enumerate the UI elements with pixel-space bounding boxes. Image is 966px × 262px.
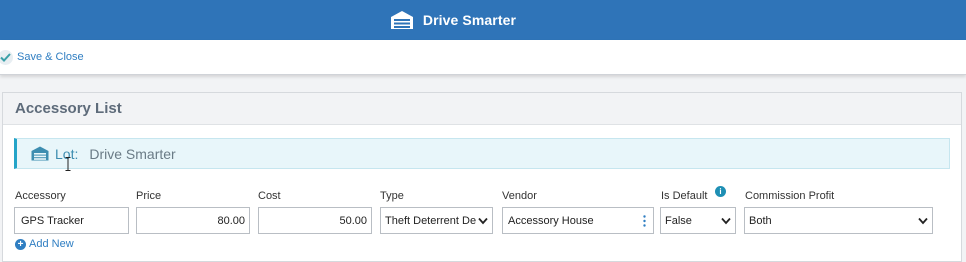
cost-label: Cost: [258, 190, 281, 202]
price-value: 80.00: [217, 214, 245, 227]
price-input[interactable]: 80.00: [136, 207, 250, 234]
accessory-list-panel: Accessory List Lot: Drive Smarter Access…: [2, 92, 962, 262]
app-title: Drive Smarter: [422, 12, 517, 28]
commission-profit-label: Commission Profit: [745, 190, 835, 202]
garage-icon: [31, 146, 49, 161]
type-value: Theft Deterrent De: [385, 214, 477, 227]
chevron-down-icon: [478, 217, 488, 225]
is-default-select[interactable]: False: [660, 207, 736, 234]
plus-icon: +: [15, 238, 26, 250]
add-new-button[interactable]: + Add New: [15, 238, 74, 250]
save-close-label: Save & Close: [17, 51, 84, 63]
vendor-label: Vendor: [502, 190, 537, 202]
chevron-down-icon: [721, 217, 731, 225]
type-select[interactable]: Theft Deterrent De: [380, 207, 493, 234]
app-header: Drive Smarter: [0, 0, 966, 40]
text-cursor-icon: [65, 157, 71, 171]
garage-icon: [390, 10, 414, 30]
accessory-label: Accessory: [15, 190, 66, 202]
commission-profit-value: Both: [749, 214, 772, 227]
toolbar: Save & Close: [0, 40, 966, 75]
accessory-input[interactable]: GPS Tracker: [14, 207, 129, 234]
panel-header: Accessory List: [3, 93, 961, 125]
lot-bar: Lot: Drive Smarter: [14, 138, 950, 171]
is-default-value: False: [665, 214, 692, 227]
more-vertical-icon[interactable]: [643, 215, 646, 227]
commission-profit-select[interactable]: Both: [744, 207, 933, 234]
vendor-value: Accessory House: [508, 214, 594, 227]
type-label: Type: [380, 190, 404, 202]
cost-value: 50.00: [339, 214, 367, 227]
cost-input[interactable]: 50.00: [258, 207, 372, 234]
header-brand: Drive Smarter: [390, 10, 516, 30]
save-close-button[interactable]: Save & Close: [0, 49, 84, 65]
panel-title: Accessory List: [15, 100, 122, 117]
accessory-value: GPS Tracker: [21, 214, 84, 227]
check-icon: [0, 49, 13, 65]
price-label: Price: [136, 190, 162, 202]
vendor-input[interactable]: Accessory House: [502, 207, 654, 234]
info-icon[interactable]: i: [715, 186, 726, 197]
chevron-down-icon: [918, 217, 928, 225]
add-new-label: Add New: [29, 238, 74, 250]
is-default-label: Is Default: [661, 190, 708, 202]
lot-value: Drive Smarter: [89, 145, 176, 162]
